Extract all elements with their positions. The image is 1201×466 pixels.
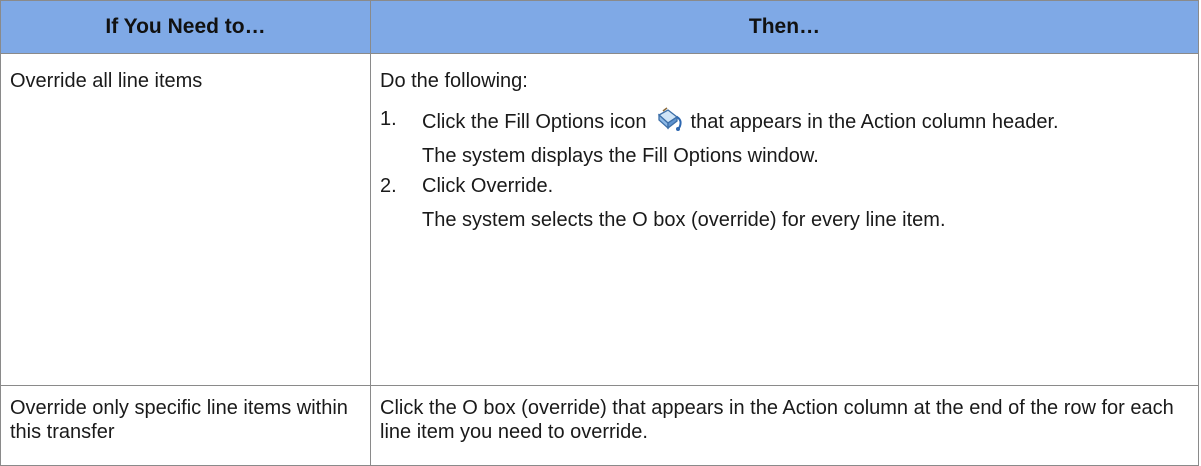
header-if-you-need-to: If You Need to… (0, 0, 371, 54)
step-text-continued: that appears in the Action column header… (690, 111, 1059, 133)
step-list: 1. Click the Fill Options icon that appe… (380, 107, 1189, 232)
step-result: The system displays the Fill Options win… (422, 145, 819, 167)
header-then: Then… (370, 0, 1199, 54)
action-cell: Click the O box (override) that appears … (370, 385, 1199, 466)
step-instruction: Click the Fill Options icon that appears… (422, 107, 1189, 134)
step-result: The system selects the O box (override) … (422, 209, 946, 231)
table-header-row: If You Need to… Then… (0, 0, 1199, 54)
instruction-table: If You Need to… Then… Override all line … (0, 0, 1199, 466)
step-number: 1. (380, 108, 397, 130)
table-row: Override only specific line items within… (0, 385, 1199, 466)
intro-text: Do the following: (380, 70, 528, 92)
step-text: Click the Fill Options icon (422, 111, 647, 133)
step-number: 2. (380, 175, 397, 197)
action-text: Click the O box (override) that appears … (380, 397, 1174, 443)
condition-cell: Override all line items (0, 53, 371, 386)
step-item: 1. Click the Fill Options icon that appe… (380, 107, 1189, 168)
condition-text: Override only specific line items within… (10, 397, 348, 443)
condition-cell: Override only specific line items within… (0, 385, 371, 466)
action-cell: Do the following: 1. Click the Fill Opti… (370, 53, 1199, 386)
table-row: Override all line items Do the following… (0, 53, 1199, 386)
step-item: 2. Click Override. The system selects th… (380, 174, 1189, 232)
step-instruction: Click Override. (422, 175, 554, 197)
fill-options-icon (653, 107, 685, 133)
condition-text: Override all line items (10, 70, 203, 92)
